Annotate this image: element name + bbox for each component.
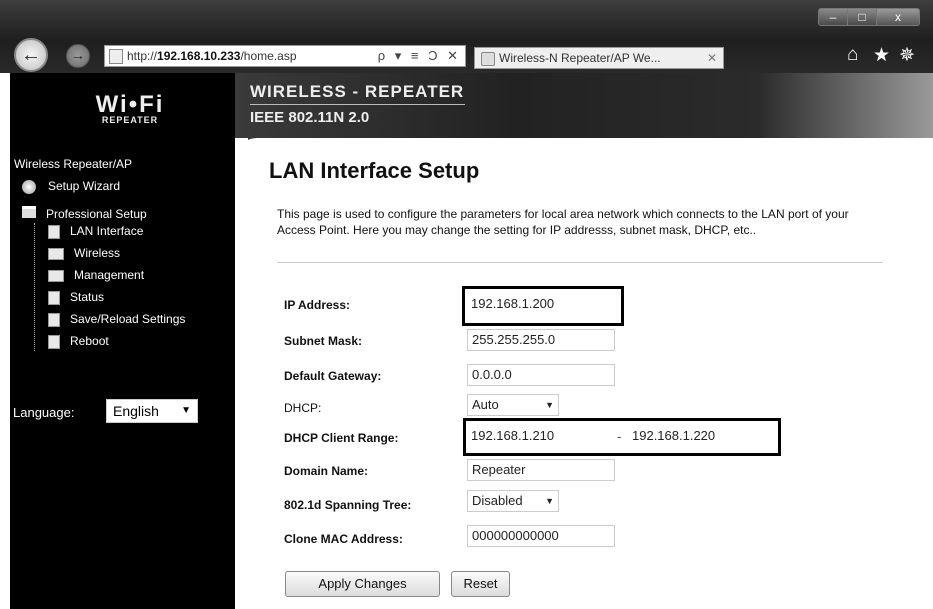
address-tools-icons[interactable]: ρ ▾ ≡ Ɔ ✕ (378, 46, 461, 66)
sidebar-item-professional-setup[interactable]: Professional Setup (22, 206, 147, 221)
tab-title: Wireless-N Repeater/AP We... (499, 51, 661, 65)
back-arrow-icon: ← (21, 44, 41, 66)
dhcp-select[interactable]: Auto ▼ (467, 394, 559, 416)
browser-chrome: – □ x ← → http://192.168.10.233/home.asp… (0, 0, 933, 73)
wifi-logo: Wi•Fi REPEATER (95, 91, 165, 125)
sidebar-title: Wireless Repeater/AP (14, 157, 133, 171)
dhcp-label: DHCP: (284, 401, 322, 415)
folder-icon (48, 269, 64, 282)
sidebar-item-save-reload[interactable]: Save/Reload Settings (48, 312, 185, 327)
header-banner: WIRELESS - REPEATER IEEE 802.11N 2.0 (235, 73, 933, 138)
clone-mac-input[interactable]: 000000000000 (467, 525, 615, 547)
favicon-icon (481, 52, 495, 66)
page-icon (48, 224, 60, 239)
sidebar-item-label: Setup Wizard (48, 179, 121, 193)
browser-tab[interactable]: Wireless-N Repeater/AP We... ✕ (474, 47, 724, 69)
back-button[interactable]: ← (14, 38, 48, 72)
banner-title: WIRELESS - REPEATER (250, 82, 465, 101)
dhcp-range-end-input[interactable]: 192.168.1.220 (628, 426, 774, 448)
maximize-button[interactable]: □ (847, 8, 877, 26)
close-window-button[interactable]: x (876, 8, 920, 26)
subnet-mask-input[interactable]: 255.255.255.0 (467, 329, 615, 351)
globe-icon (22, 179, 36, 194)
forward-button[interactable]: → (66, 44, 90, 68)
domain-name-label: Domain Name: (284, 464, 369, 478)
dhcp-client-range-label: DHCP Client Range: (284, 431, 399, 445)
sidebar-item-label: Management (74, 268, 145, 282)
subnet-mask-label: Subnet Mask: (284, 334, 363, 348)
sidebar: Wi•Fi REPEATER Wireless Repeater/AP Setu… (10, 73, 235, 609)
chevron-down-icon: ▼ (181, 405, 191, 416)
page-icon (48, 312, 60, 327)
sidebar-item-management[interactable]: Management (48, 268, 144, 282)
range-separator: - (617, 429, 622, 444)
tab-close-icon[interactable]: ✕ (707, 48, 717, 68)
dhcp-value: Auto (472, 397, 499, 412)
sidebar-item-reboot[interactable]: Reboot (48, 334, 109, 349)
folder-open-icon (22, 206, 36, 218)
page-icon (48, 334, 60, 349)
apply-changes-button[interactable]: Apply Changes (285, 571, 440, 597)
star-icon[interactable]: ★ (873, 44, 890, 67)
clone-mac-label: Clone MAC Address: (284, 532, 403, 546)
language-select[interactable]: English ▼ (106, 399, 198, 423)
minimize-button[interactable]: – (818, 8, 848, 26)
language-value: English (113, 403, 159, 419)
sidebar-item-lan-interface[interactable]: LAN Interface (48, 224, 143, 239)
title-bar (0, 0, 933, 24)
spanning-tree-value: Disabled (472, 493, 523, 508)
domain-name-input[interactable]: Repeater (467, 459, 615, 481)
folder-icon (48, 247, 64, 260)
spanning-tree-select[interactable]: Disabled ▼ (467, 490, 559, 512)
sidebar-item-label: Save/Reload Settings (70, 312, 186, 326)
spanning-tree-label: 802.1d Spanning Tree: (284, 498, 412, 512)
tree-line (34, 223, 36, 351)
sidebar-item-label: LAN Interface (70, 224, 144, 238)
chevron-down-icon: ▼ (545, 400, 554, 410)
sidebar-item-label: Status (70, 290, 105, 304)
address-bar[interactable]: http://192.168.10.233/home.asp ρ ▾ ≡ Ɔ ✕ (104, 45, 466, 67)
sidebar-item-setup-wizard[interactable]: Setup Wizard (22, 179, 120, 194)
dhcp-range-start-input[interactable]: 192.168.1.210 (467, 426, 613, 448)
page-description: This page is used to configure the param… (277, 207, 849, 237)
sidebar-item-label: Wireless (74, 246, 121, 260)
divider (277, 262, 883, 263)
sidebar-item-wireless[interactable]: Wireless (48, 246, 120, 260)
chevron-down-icon: ▼ (545, 496, 554, 506)
forward-arrow-icon: → (70, 47, 86, 64)
page-title: LAN Interface Setup (269, 158, 480, 183)
gear-icon[interactable]: ✵ (899, 44, 915, 67)
sidebar-item-label: Professional Setup (46, 207, 147, 221)
home-icon[interactable]: ⌂ (847, 44, 858, 66)
language-label: Language: (13, 405, 75, 420)
ip-address-label: IP Address: (284, 298, 351, 312)
banner-subtitle: IEEE 802.11N 2.0 (250, 109, 370, 126)
url-text: http://192.168.10.233/home.asp (127, 49, 297, 63)
reset-button[interactable]: Reset (451, 571, 510, 597)
divider (250, 104, 465, 105)
sidebar-item-status[interactable]: Status (48, 290, 104, 305)
page-icon (109, 49, 123, 64)
default-gateway-label: Default Gateway: (284, 369, 382, 383)
page-icon (48, 290, 60, 305)
default-gateway-input[interactable]: 0.0.0.0 (467, 364, 615, 386)
ip-address-input[interactable]: 192.168.1.200 (467, 294, 605, 316)
sidebar-item-label: Reboot (70, 334, 109, 348)
